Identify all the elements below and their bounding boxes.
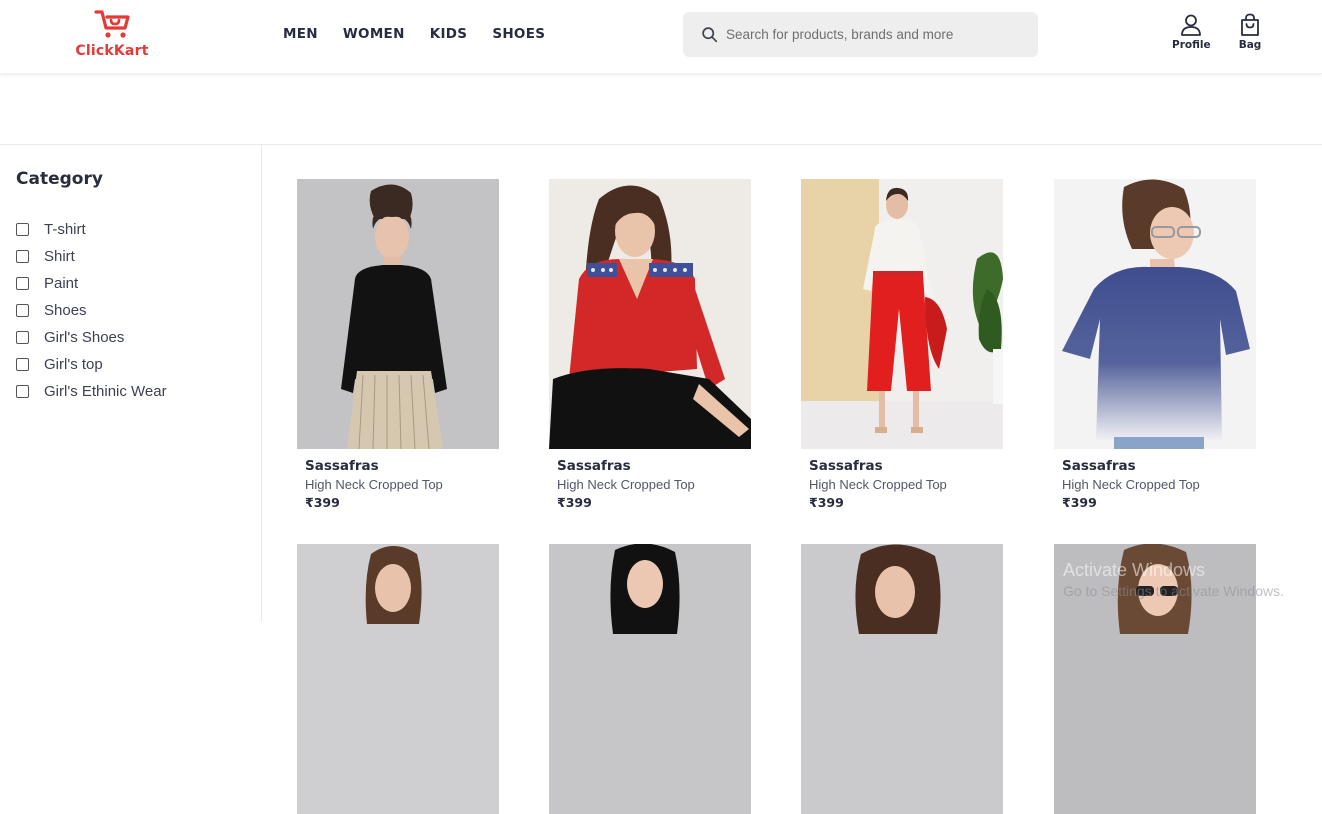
search-icon — [702, 27, 718, 43]
logo[interactable]: ClickKart — [72, 8, 152, 62]
product-name: High Neck Cropped Top — [1062, 477, 1200, 492]
nav-shoes[interactable]: SHOES — [492, 26, 545, 42]
product-card[interactable] — [297, 544, 499, 814]
product-brand: Sassafras — [557, 458, 631, 474]
product-name: High Neck Cropped Top — [557, 477, 695, 492]
category-label: T-shirt — [44, 221, 86, 238]
product-image[interactable] — [297, 179, 499, 449]
checkbox[interactable] — [16, 385, 29, 398]
category-item-girls-top[interactable]: Girl's top — [16, 351, 167, 378]
bag-button[interactable]: Bag — [1238, 13, 1262, 51]
product-card[interactable]: Sassafras High Neck Cropped Top ₹399 — [1054, 179, 1256, 510]
category-item-shirt[interactable]: Shirt — [16, 243, 167, 270]
product-price: ₹399 — [1062, 495, 1097, 510]
product-card[interactable] — [801, 544, 1003, 814]
category-label: Girl's Shoes — [44, 329, 125, 346]
category-item-tshirt[interactable]: T-shirt — [16, 216, 167, 243]
category-label: Girl's Ethinic Wear — [44, 383, 167, 400]
bag-icon — [1241, 13, 1259, 36]
category-list: T-shirt Shirt Paint Shoes Girl's Shoes G… — [16, 216, 167, 405]
product-brand: Sassafras — [305, 458, 379, 474]
checkbox[interactable] — [16, 277, 29, 290]
profile-label: Profile — [1172, 39, 1211, 51]
product-price: ₹399 — [809, 495, 844, 510]
product-card[interactable]: Sassafras High Neck Cropped Top ₹399 — [297, 179, 499, 510]
category-label: Shoes — [44, 302, 87, 319]
product-image[interactable] — [1054, 544, 1256, 814]
category-item-shoes[interactable]: Shoes — [16, 297, 167, 324]
checkbox[interactable] — [16, 331, 29, 344]
logo-text: ClickKart — [75, 43, 149, 59]
product-brand: Sassafras — [809, 458, 883, 474]
category-heading: Category — [16, 169, 103, 189]
product-card[interactable]: Sassafras High Neck Cropped Top ₹399 — [801, 179, 1003, 510]
product-name: High Neck Cropped Top — [809, 477, 947, 492]
user-icon — [1181, 14, 1202, 36]
cart-logo-icon — [94, 10, 130, 38]
category-item-paint[interactable]: Paint — [16, 270, 167, 297]
main-nav: MEN WOMEN KIDS SHOES — [283, 26, 570, 42]
product-image[interactable] — [1054, 179, 1256, 449]
product-image[interactable] — [549, 544, 751, 814]
checkbox[interactable] — [16, 223, 29, 236]
product-card[interactable] — [1054, 544, 1256, 814]
product-image[interactable] — [549, 179, 751, 449]
header: ClickKart MEN WOMEN KIDS SHOES Profile B… — [0, 0, 1322, 74]
category-item-girls-shoes[interactable]: Girl's Shoes — [16, 324, 167, 351]
category-label: Paint — [44, 275, 79, 292]
nav-men[interactable]: MEN — [283, 26, 318, 42]
product-price: ₹399 — [557, 495, 592, 510]
profile-button[interactable]: Profile — [1172, 13, 1211, 51]
product-image[interactable] — [297, 544, 499, 814]
checkbox[interactable] — [16, 250, 29, 263]
product-price: ₹399 — [305, 495, 340, 510]
checkbox[interactable] — [16, 304, 29, 317]
bag-label: Bag — [1238, 39, 1262, 51]
checkbox[interactable] — [16, 358, 29, 371]
product-card[interactable] — [549, 544, 751, 814]
product-brand: Sassafras — [1062, 458, 1136, 474]
nav-women[interactable]: WOMEN — [343, 26, 405, 42]
category-label: Girl's top — [44, 356, 103, 373]
product-name: High Neck Cropped Top — [305, 477, 443, 492]
product-image[interactable] — [801, 179, 1003, 449]
category-item-girls-ethnic[interactable]: Girl's Ethinic Wear — [16, 378, 167, 405]
nav-kids[interactable]: KIDS — [430, 26, 468, 42]
product-card[interactable]: Sassafras High Neck Cropped Top ₹399 — [549, 179, 751, 510]
search-bar[interactable] — [683, 12, 1038, 57]
filter-sidebar: Category T-shirt Shirt Paint Shoes Girl'… — [0, 145, 262, 621]
search-input[interactable] — [726, 27, 1026, 42]
product-image[interactable] — [801, 544, 1003, 814]
category-label: Shirt — [44, 248, 75, 265]
